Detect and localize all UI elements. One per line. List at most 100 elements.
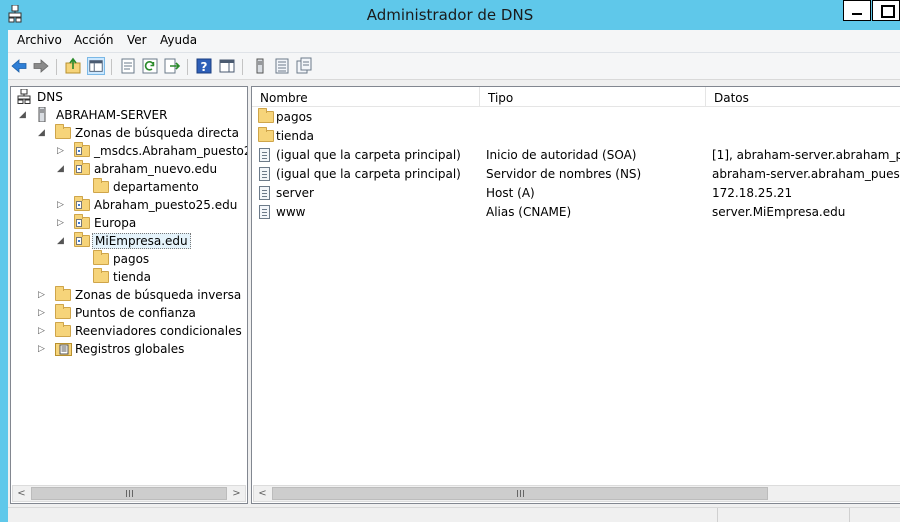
dns-record-icon: [259, 205, 270, 219]
minimize-button[interactable]: [843, 0, 871, 21]
collapse-arrow-icon[interactable]: ▷: [38, 290, 48, 300]
tree-item-zone-miempresa[interactable]: ◢ MiEmpresa.edu: [11, 232, 247, 250]
console-tree[interactable]: DNS ◢ ABRAHAM-SERVER ◢ Zonas de búsqueda…: [10, 86, 248, 504]
folder-icon: [93, 178, 109, 193]
column-header-datos[interactable]: Datos: [706, 87, 900, 107]
folder-icon: [258, 127, 274, 142]
export-list-icon[interactable]: [163, 57, 181, 75]
status-bar: [8, 507, 900, 522]
list-horizontal-scrollbar[interactable]: <: [253, 485, 900, 502]
toolbar: ?: [8, 52, 900, 80]
cell-data: server.MiEmpresa.edu: [712, 205, 846, 219]
cell-name: server: [276, 186, 314, 200]
tree-item-conditional-forwarders[interactable]: ▷ Reenviadores condicionales: [11, 322, 247, 340]
tree-item-tienda[interactable]: tienda: [11, 268, 247, 286]
action-pane-icon[interactable]: [218, 57, 236, 75]
tree-label: departamento: [113, 180, 199, 194]
list-row[interactable]: (igual que la carpeta principal) Servido…: [252, 165, 900, 184]
cell-type: Alias (CNAME): [486, 205, 572, 219]
list-row[interactable]: (igual que la carpeta principal) Inicio …: [252, 146, 900, 165]
title-bar: Administrador de DNS: [0, 0, 900, 30]
tree-item-trust-points[interactable]: ▷ Puntos de confianza: [11, 304, 247, 322]
tree-item-forward-zones[interactable]: ◢ Zonas de búsqueda directa: [11, 124, 247, 142]
maximize-button[interactable]: [872, 0, 900, 21]
tree-item-dns[interactable]: DNS: [11, 88, 247, 106]
tree-item-server[interactable]: ◢ ABRAHAM-SERVER: [11, 106, 247, 124]
copy-icon[interactable]: [295, 57, 313, 75]
tree-label: _msdcs.Abraham_puesto25.e: [94, 144, 247, 158]
tree-label: DNS: [37, 90, 63, 104]
scroll-right-arrow-icon[interactable]: >: [228, 486, 245, 501]
svg-text:?: ?: [201, 60, 208, 74]
menu-bar: Archivo Acción Ver Ayuda: [8, 30, 900, 52]
status-segment: [717, 508, 847, 522]
tree-item-departamento[interactable]: departamento: [11, 178, 247, 196]
tree-item-zone-msdcs[interactable]: ▷ _msdcs.Abraham_puesto25.e: [11, 142, 247, 160]
scroll-left-arrow-icon[interactable]: <: [254, 486, 271, 501]
tree-label: Reenviadores condicionales: [75, 324, 242, 338]
scrollbar-thumb[interactable]: [31, 487, 227, 500]
dns-record-icon: [259, 186, 270, 200]
tree-label: pagos: [113, 252, 150, 266]
tree-item-zone-europa[interactable]: ▷ Europa: [11, 214, 247, 232]
properties-icon[interactable]: [119, 57, 137, 75]
collapse-arrow-icon[interactable]: ▷: [38, 326, 48, 336]
cell-name: (igual que la carpeta principal): [276, 167, 461, 181]
list-row[interactable]: server Host (A) 172.18.25.21: [252, 184, 900, 203]
status-segment: [849, 508, 900, 522]
zone-folder-icon: [74, 214, 90, 229]
tree-item-reverse-zones[interactable]: ▷ Zonas de búsqueda inversa: [11, 286, 247, 304]
zone-folder-icon: [74, 142, 90, 157]
up-folder-icon[interactable]: [64, 57, 82, 75]
cell-data: abraham-server.abraham_puesto25.: [712, 167, 900, 181]
refresh-icon[interactable]: [141, 57, 159, 75]
scrollbar-thumb[interactable]: [272, 487, 768, 500]
toolbar-separator: [56, 59, 57, 75]
tree-item-zone-abraham-nuevo[interactable]: ◢ abraham_nuevo.edu: [11, 160, 247, 178]
results-pane[interactable]: Nombre Tipo Datos pagos tienda (igual qu…: [251, 86, 900, 504]
folder-icon: [55, 286, 71, 301]
expand-arrow-icon[interactable]: ◢: [57, 236, 67, 246]
menu-archivo[interactable]: Archivo: [17, 33, 62, 47]
collapse-arrow-icon[interactable]: ▷: [57, 218, 67, 228]
tree-horizontal-scrollbar[interactable]: < >: [12, 485, 246, 502]
collapse-arrow-icon[interactable]: ▷: [38, 308, 48, 318]
tree-item-global-logs[interactable]: ▷ Registros globales: [11, 340, 247, 358]
forward-arrow-icon[interactable]: [32, 57, 50, 75]
cell-name: (igual que la carpeta principal): [276, 148, 461, 162]
folder-icon: [55, 124, 71, 139]
server-icon: [38, 107, 46, 122]
menu-accion[interactable]: Acción: [74, 33, 113, 47]
expand-arrow-icon[interactable]: ◢: [19, 110, 29, 120]
expand-arrow-icon[interactable]: ◢: [38, 128, 48, 138]
folder-icon: [55, 322, 71, 337]
help-icon[interactable]: ?: [195, 57, 213, 75]
collapse-arrow-icon[interactable]: ▷: [57, 200, 67, 210]
list-row[interactable]: tienda: [252, 127, 900, 146]
back-arrow-icon[interactable]: [10, 57, 28, 75]
cell-data: 172.18.25.21: [712, 186, 793, 200]
list-row[interactable]: pagos: [252, 108, 900, 127]
menu-ayuda[interactable]: Ayuda: [160, 33, 197, 47]
dns-icon: [17, 89, 31, 104]
tree-label: Puntos de confianza: [75, 306, 196, 320]
show-console-tree-icon[interactable]: [87, 57, 105, 75]
tree-label: Abraham_puesto25.edu: [94, 198, 238, 212]
tree-item-zone-abraham-puesto25[interactable]: ▷ Abraham_puesto25.edu: [11, 196, 247, 214]
tree-label: Zonas de búsqueda inversa: [75, 288, 242, 302]
list-row[interactable]: www Alias (CNAME) server.MiEmpresa.edu: [252, 203, 900, 222]
records-list-icon[interactable]: [273, 57, 291, 75]
tree-label: Zonas de búsqueda directa: [75, 126, 239, 140]
menu-ver[interactable]: Ver: [127, 33, 147, 47]
cell-name: tienda: [276, 129, 314, 143]
tree-label-selected: MiEmpresa.edu: [92, 233, 191, 249]
scroll-left-arrow-icon[interactable]: <: [13, 486, 30, 501]
column-header-tipo[interactable]: Tipo: [480, 87, 706, 107]
window-frame: Archivo Acción Ver Ayuda ? DNS ◢ ABRAHAM…: [8, 30, 900, 522]
collapse-arrow-icon[interactable]: ▷: [38, 344, 48, 354]
collapse-arrow-icon[interactable]: ▷: [57, 146, 67, 156]
tree-item-pagos[interactable]: pagos: [11, 250, 247, 268]
expand-arrow-icon[interactable]: ◢: [57, 164, 67, 174]
server-icon[interactable]: [251, 57, 269, 75]
column-header-nombre[interactable]: Nombre: [252, 87, 480, 107]
